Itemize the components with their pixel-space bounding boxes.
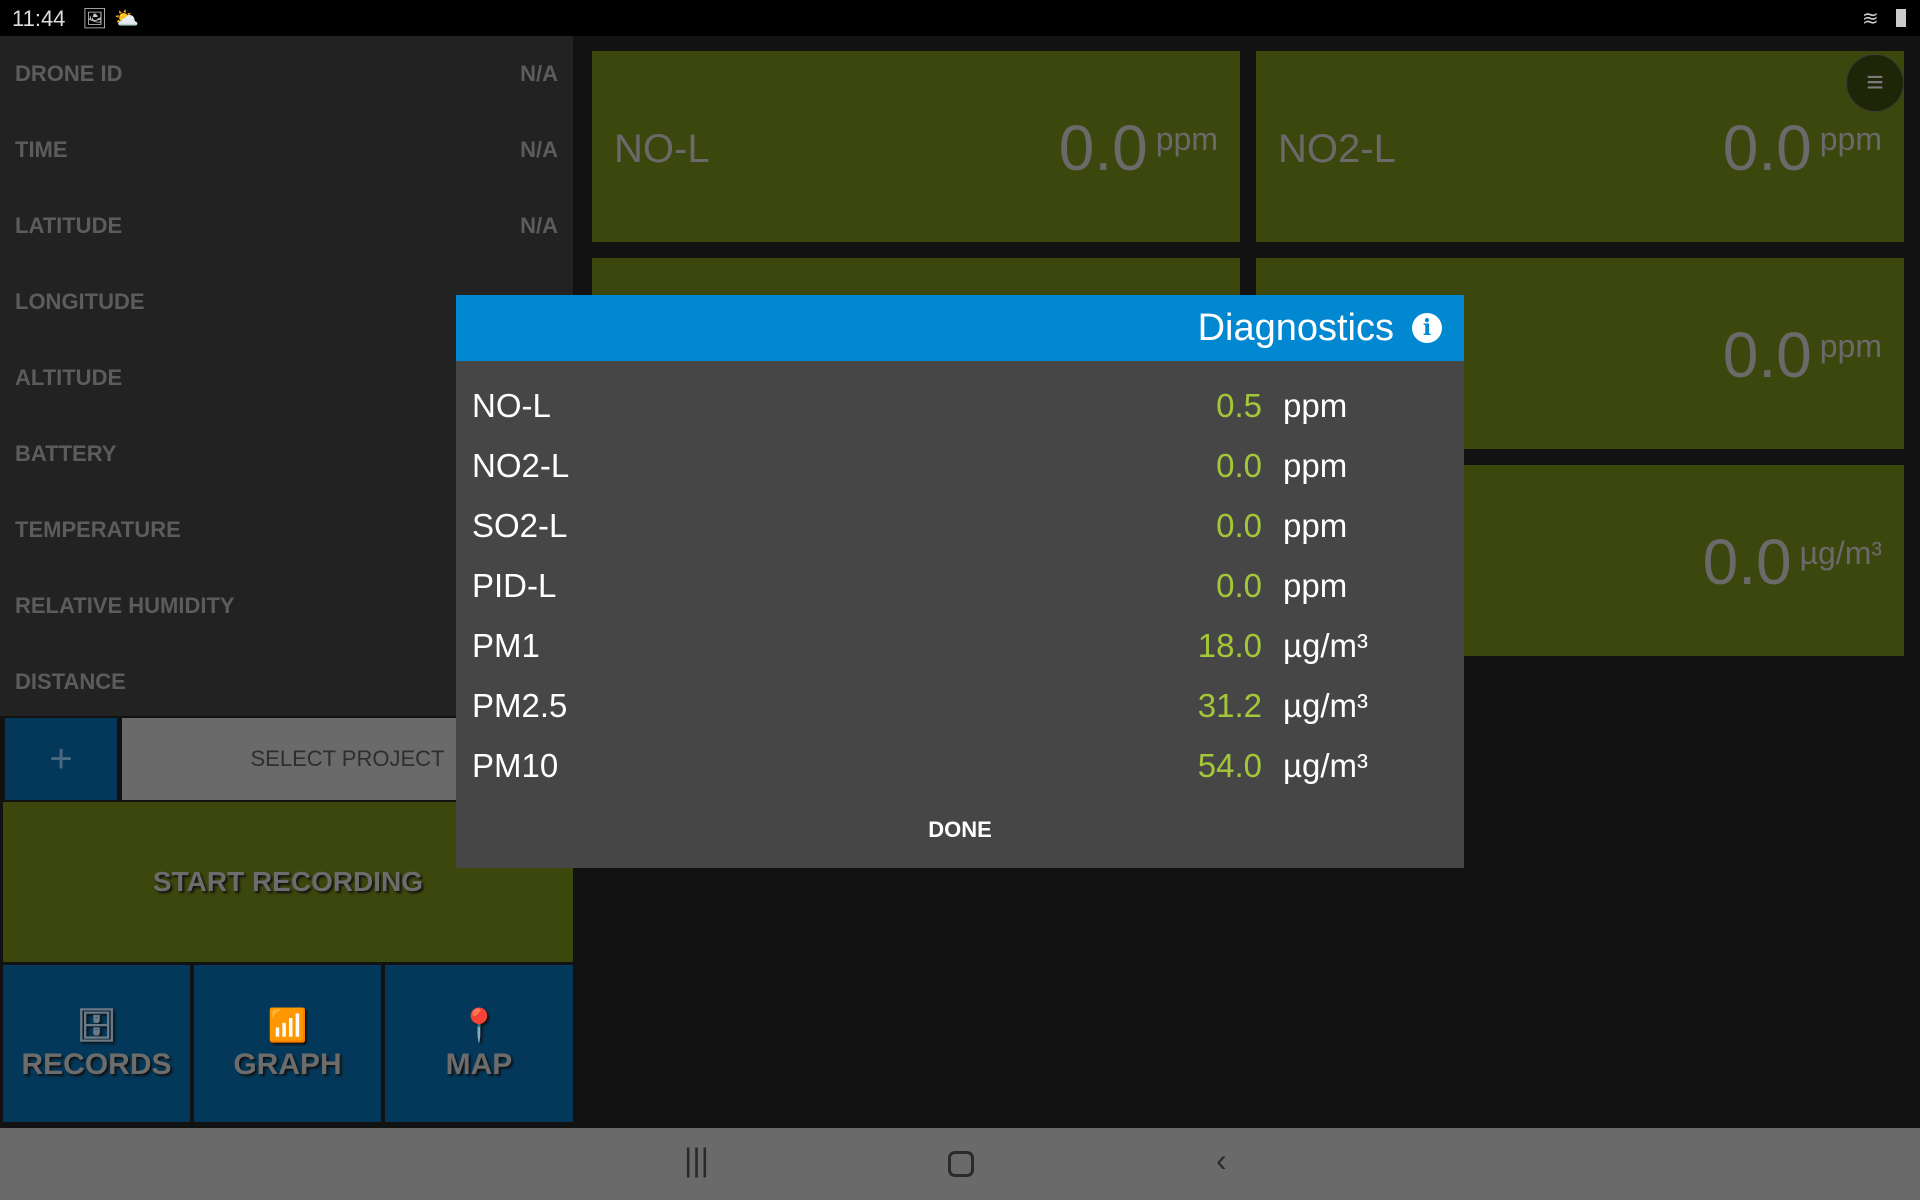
diagnostics-dialog: Diagnostics i NO-L 0.5 ppm NO2-L 0.0 ppm SO2-L… [456,295,1464,868]
info-label: TEMPERATURE [15,517,181,542]
tile-name: NO-L [614,127,710,171]
dialog-header: Diagnostics i [456,295,1464,361]
system-nav-bar: ||| ‹ [0,1128,1920,1200]
diagnostic-label: SO2-L [472,507,568,544]
diagnostic-value: 18.0 [1197,627,1262,664]
diagnostic-value: 54.0 [1197,747,1262,784]
info-label: DRONE ID [15,61,123,86]
diagnostic-unit: µg/m³ [1283,627,1369,664]
info-value: N/A [520,213,558,238]
records-icon: 🗄 [76,1006,117,1043]
diagnostic-row: PM10 54.0 µg/m³ [472,741,1462,791]
map-pin-icon: 📍 [459,1006,499,1043]
diagnostic-unit: µg/m³ [1283,687,1369,724]
info-label: ALTITUDE [15,365,123,390]
status-time: 11:44 [12,6,66,31]
diagnostic-unit: µg/m³ [1283,747,1369,784]
tile-unit: ppm [1819,121,1882,157]
info-label: LATITUDE [15,213,123,238]
info-row: DRONE ID N/A [0,36,573,112]
tile-value: 0.0 [1702,526,1792,598]
diagnostic-unit: ppm [1283,447,1348,484]
graph-button[interactable]: 📶 GRAPH [194,965,381,1122]
records-label: RECORDS [21,1047,172,1081]
tile-value: 0.0 [1722,319,1812,391]
info-value: N/A [520,137,558,162]
battery-icon [1896,9,1906,27]
diagnostic-row: PID-L 0.0 ppm [472,561,1462,611]
info-label: BATTERY [15,441,117,466]
diagnostic-unit: ppm [1283,507,1348,544]
info-label: TIME [15,137,68,162]
tile-unit: ppm [1155,121,1218,157]
map-label: MAP [445,1047,513,1081]
back-button[interactable]: ‹ [1216,1142,1227,1179]
hamburger-icon: ≡ [1866,66,1884,99]
tile-value: 0.0 [1058,112,1148,184]
tile-unit: ppm [1819,328,1882,364]
diagnostic-label: PM10 [472,747,559,784]
info-label: LONGITUDE [15,289,145,314]
menu-button[interactable]: ≡ [1846,54,1904,112]
recent-apps-button[interactable]: ||| [684,1142,709,1179]
diagnostic-row: SO2-L 0.0 ppm [472,501,1462,551]
dialog-title: Diagnostics [1197,306,1394,349]
diagnostic-label: PM2.5 [472,687,568,724]
tile-unit: µg/m³ [1799,535,1882,571]
info-label: DISTANCE [15,669,126,694]
diagnostic-unit: ppm [1283,567,1348,604]
info-row: TIME N/A [0,112,573,188]
diagnostic-label: NO-L [472,387,551,424]
graph-icon: 📶 [267,1006,308,1043]
diagnostic-label: PID-L [472,567,557,604]
graph-label: GRAPH [233,1047,342,1081]
info-icon[interactable]: i [1412,313,1442,343]
records-button[interactable]: 🗄 RECORDS [3,965,190,1122]
info-label: RELATIVE HUMIDITY [15,593,235,618]
wifi-icon: ≋ [1862,8,1879,30]
diagnostic-row: PM2.5 31.2 µg/m³ [472,681,1462,731]
tile-value: 0.0 [1722,112,1812,184]
status-bar: 11:44 🖼 ⛅ ≋ [0,0,1920,36]
diagnostic-row: NO-L 0.5 ppm [472,381,1462,431]
add-project-button[interactable]: + [5,718,117,800]
done-button[interactable]: DONE [456,817,1464,843]
diagnostic-row: NO2-L 0.0 ppm [472,441,1462,491]
info-row: LATITUDE N/A [0,188,573,264]
sensor-tile[interactable]: NO2-L 0.0 ppm [1256,51,1904,242]
diagnostic-value: 0.0 [1216,447,1262,484]
weather-icon: ⛅ [114,8,139,30]
diagnostic-label: PM1 [472,627,540,664]
diagnostic-label: NO2-L [472,447,570,484]
diagnostic-value: 0.0 [1216,507,1262,544]
diagnostic-unit: ppm [1283,387,1348,424]
info-value: N/A [520,61,558,86]
sensor-tile[interactable]: NO-L 0.0 ppm [592,51,1240,242]
home-button[interactable] [948,1151,974,1177]
diagnostic-value: 0.0 [1216,567,1262,604]
image-icon: 🖼 [82,8,108,30]
diagnostic-row: PM1 18.0 µg/m³ [472,621,1462,671]
map-button[interactable]: 📍 MAP [385,965,573,1122]
tile-name: NO2-L [1278,127,1396,171]
diagnostic-value: 31.2 [1197,687,1262,724]
diagnostic-value: 0.5 [1216,387,1262,424]
